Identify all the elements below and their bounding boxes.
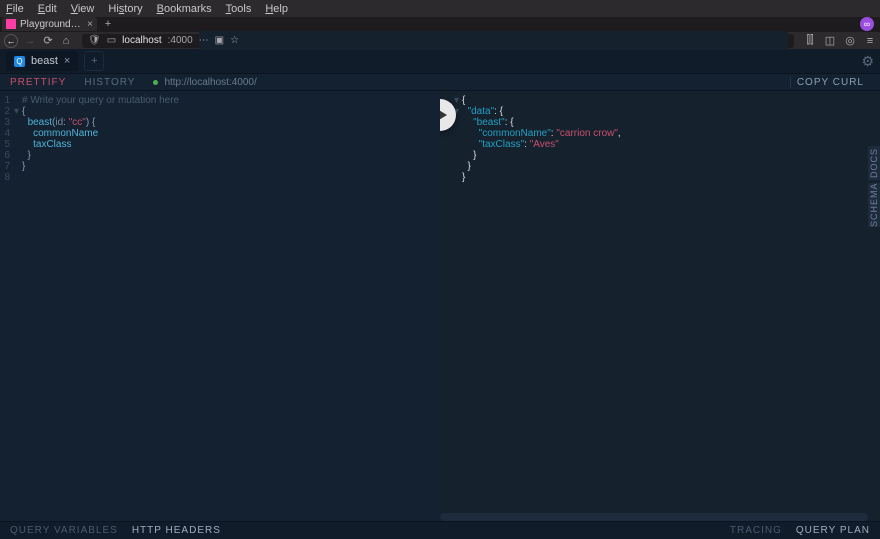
- copy-curl-button[interactable]: COPY CURL: [790, 77, 870, 88]
- docs-tab[interactable]: DOCS: [868, 146, 880, 180]
- query-comment: # Write your query or mutation here: [22, 95, 179, 106]
- forward-button[interactable]: →: [24, 35, 36, 47]
- browser-tab-title: Playground – http://local…: [20, 19, 83, 30]
- hamburger-menu-icon[interactable]: ≡: [864, 35, 876, 47]
- horizontal-scrollbar[interactable]: [440, 513, 868, 521]
- endpoint-url: http://localhost:4000/: [164, 77, 256, 88]
- page-actions-icon[interactable]: ⋯: [199, 35, 209, 46]
- connection-status-icon: [153, 80, 158, 85]
- library-icon[interactable]: ⫿⫿: [804, 35, 816, 47]
- playground-footer: QUERY VARIABLES HTTP HEADERS TRACING QUE…: [0, 521, 880, 539]
- prettify-button[interactable]: PRETTIFY: [10, 77, 66, 88]
- sidebar-icon[interactable]: ◫: [824, 35, 836, 47]
- menu-help[interactable]: Help: [265, 3, 288, 15]
- close-playground-tab-icon[interactable]: ×: [64, 55, 70, 67]
- history-button[interactable]: HISTORY: [84, 77, 135, 88]
- back-button[interactable]: ←: [4, 34, 18, 48]
- add-playground-tab-button[interactable]: +: [84, 51, 104, 71]
- menu-view[interactable]: View: [71, 3, 95, 15]
- profile-icon[interactable]: ◎: [844, 35, 856, 47]
- http-headers-button[interactable]: HTTP HEADERS: [132, 525, 221, 536]
- query-variables-button[interactable]: QUERY VARIABLES: [10, 525, 118, 536]
- response-pane: ▾{ ▾ "data": { "beast": { "commonName": …: [440, 91, 880, 521]
- playground-tab[interactable]: Q beast ×: [6, 51, 78, 71]
- menu-history[interactable]: History: [108, 3, 142, 15]
- new-tab-button[interactable]: +: [101, 17, 115, 31]
- url-domain: localhost: [122, 35, 161, 46]
- site-info-icon[interactable]: ▭: [107, 35, 116, 46]
- browser-tab[interactable]: Playground – http://local… ×: [2, 17, 97, 31]
- menu-tools[interactable]: Tools: [226, 3, 252, 15]
- playground-toolbar: PRETTIFY HISTORY http://localhost:4000/ …: [0, 73, 880, 91]
- playground-body: 1 # Write your query or mutation here 2▾…: [0, 91, 880, 521]
- query-editor[interactable]: 1 # Write your query or mutation here 2▾…: [0, 91, 440, 521]
- settings-gear-icon[interactable]: ⚙: [861, 53, 874, 70]
- schema-tab[interactable]: SCHEMA: [868, 183, 880, 227]
- query-type-icon: Q: [14, 56, 25, 67]
- home-button[interactable]: ⌂: [60, 35, 72, 47]
- playground-tab-bar: Q beast × + ⚙: [0, 49, 880, 73]
- query-plan-button[interactable]: QUERY PLAN: [796, 525, 870, 536]
- browser-navbar: ← → ⟳ ⌂ 🛡 ▭ localhost:4000 ⋯ ▣ ☆ ⫿⫿ ◫ ◎ …: [0, 31, 880, 49]
- firefox-account-icon[interactable]: ∞: [860, 17, 874, 31]
- endpoint-field[interactable]: http://localhost:4000/: [153, 77, 771, 88]
- menu-file[interactable]: File: [6, 3, 24, 15]
- menu-edit[interactable]: Edit: [38, 3, 57, 15]
- tracing-button[interactable]: TRACING: [730, 525, 782, 536]
- reader-icon[interactable]: ▣: [215, 35, 224, 46]
- browser-menubar: File Edit View History Bookmarks Tools H…: [0, 0, 880, 17]
- playground-tab-title: beast: [31, 55, 58, 67]
- bookmark-star-icon[interactable]: ☆: [230, 35, 239, 46]
- favicon: [6, 19, 16, 29]
- reload-button[interactable]: ⟳: [42, 35, 54, 47]
- menu-bookmarks[interactable]: Bookmarks: [157, 3, 212, 15]
- url-path: :4000: [168, 35, 193, 46]
- graphql-playground: Q beast × + ⚙ PRETTIFY HISTORY http://lo…: [0, 49, 880, 539]
- url-bar[interactable]: 🛡 ▭ localhost :4000 ⋯ ▣ ☆: [82, 34, 794, 48]
- shield-icon: 🛡: [88, 35, 101, 46]
- browser-tab-strip: Playground – http://local… × + ∞: [0, 17, 880, 31]
- close-tab-icon[interactable]: ×: [87, 19, 93, 30]
